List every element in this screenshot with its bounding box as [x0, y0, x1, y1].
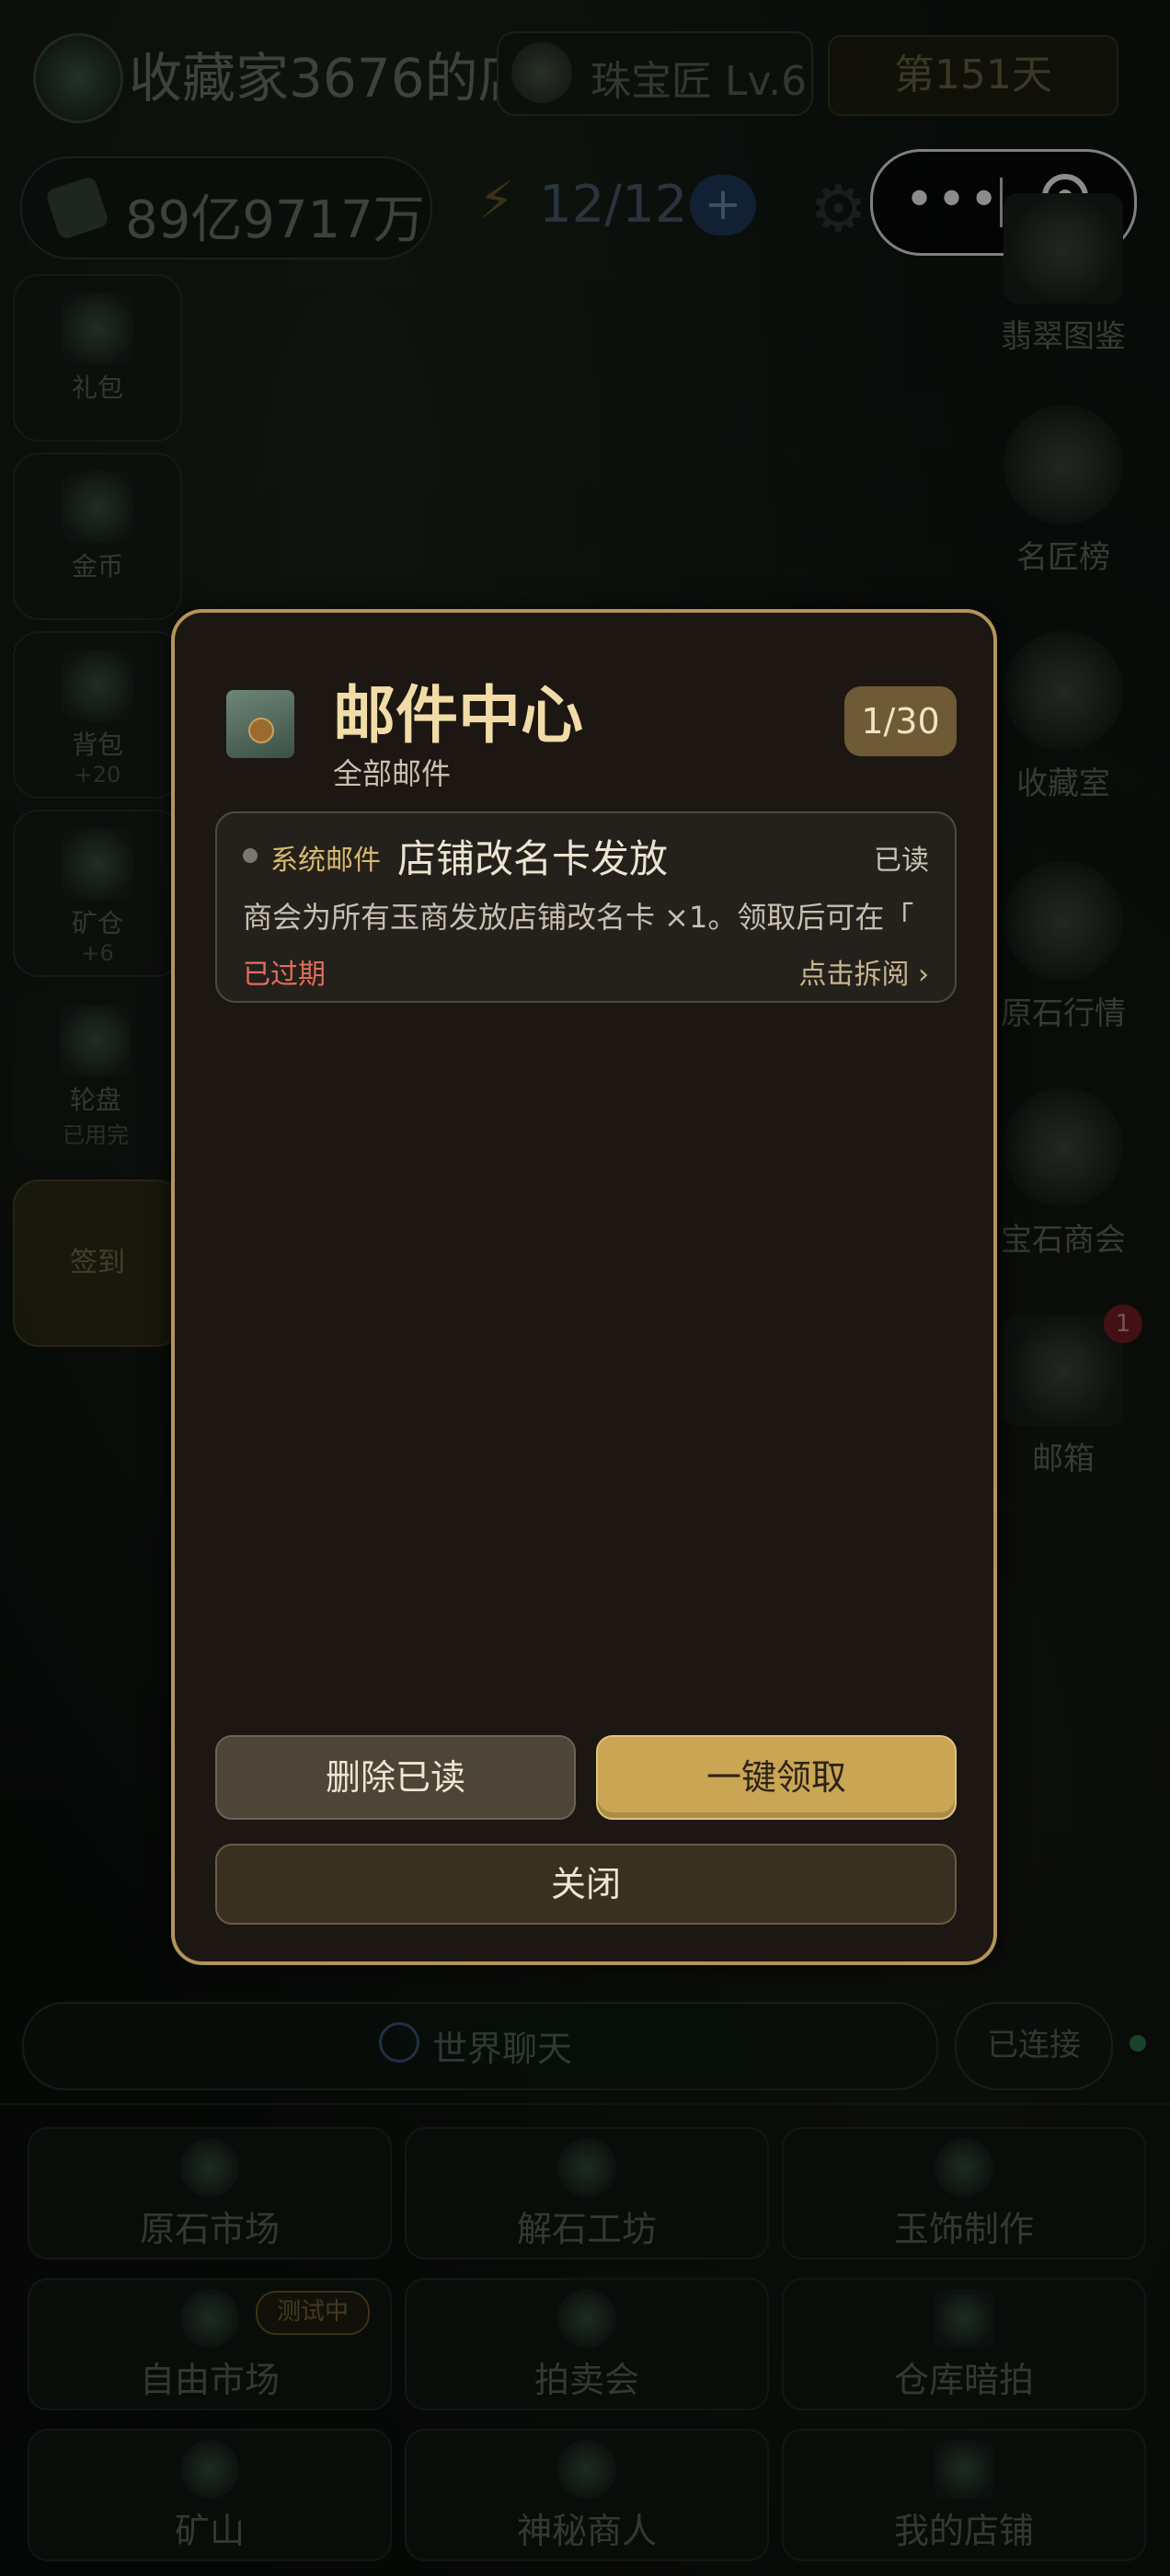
mail-item[interactable]: 系统邮件 店铺改名卡发放 已读 商会为所有玉商发放店铺改名卡 ×1。领取后可在「…: [215, 811, 957, 1003]
mail-read-status: 已读: [874, 845, 929, 877]
claim-all-button[interactable]: 一键领取: [596, 1735, 957, 1820]
mail-category: 系统邮件: [270, 845, 381, 877]
dialog-title: 邮件中心: [333, 680, 584, 753]
delete-read-button[interactable]: 删除已读: [215, 1735, 576, 1820]
open-mail-link[interactable]: 点击拆阅 ›: [798, 951, 929, 992]
read-dot-icon: [243, 848, 258, 863]
envelope-icon: [226, 690, 294, 758]
mail-title: 店铺改名卡发放: [397, 836, 669, 881]
close-button[interactable]: 关闭: [215, 1844, 957, 1925]
dialog-subtitle: 全部邮件: [333, 756, 452, 791]
mail-center-dialog: 邮件中心 全部邮件 1/30 系统邮件 店铺改名卡发放 已读 商会为所有玉商发放…: [171, 609, 997, 1965]
mail-count-badge: 1/30: [844, 686, 957, 756]
mail-expired-label: 已过期: [243, 959, 326, 991]
mail-preview: 商会为所有玉商发放店铺改名卡 ×1。领取后可在「: [243, 900, 914, 935]
